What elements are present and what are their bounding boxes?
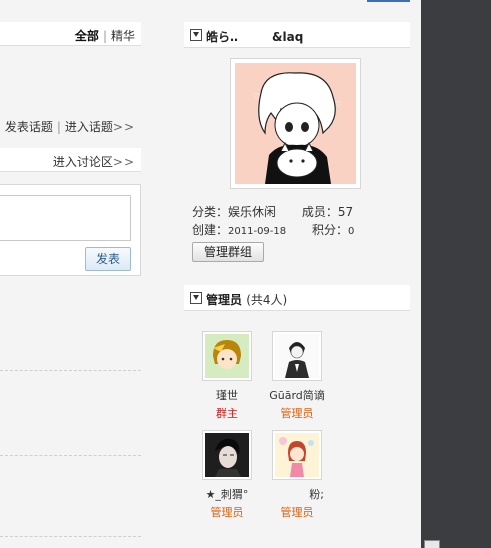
admin-avatar-image xyxy=(205,433,249,477)
group-avatar-image: ♡ ♡ xyxy=(235,63,356,184)
topic-links: 发表话题 | 进入话题>> xyxy=(5,118,135,135)
left-column: 全部 | 精华 发表话题 | 进入话题>> 进入讨论区>> 发表 xyxy=(0,0,141,548)
admin-avatar[interactable] xyxy=(272,331,322,381)
manage-group-button[interactable]: 管理群组 xyxy=(192,242,264,262)
sketch-figure-illustration xyxy=(275,334,319,378)
admin-avatar[interactable] xyxy=(202,430,252,480)
collapse-icon[interactable] xyxy=(190,29,202,41)
group-info-row-2: 创建：2011-09-18 积分：0 xyxy=(192,221,354,238)
admin-role: 群主 xyxy=(216,407,238,420)
admin-role: 管理员 xyxy=(280,407,314,420)
divider xyxy=(0,370,141,371)
created-value: 2011-09-18 xyxy=(228,226,287,237)
composer-textarea[interactable] xyxy=(0,195,131,241)
group-name: 皓ら‥ xyxy=(206,30,239,44)
divider xyxy=(0,536,141,537)
filter-separator: | xyxy=(102,29,107,43)
admin-avatar-image xyxy=(205,334,249,378)
anime-boy-cat-illustration: ♡ ♡ xyxy=(235,63,356,184)
chibi-girl-illustration xyxy=(205,334,249,378)
admins-title: 管理员 xyxy=(206,293,243,307)
right-column: 皓ら‥ &laq ♡ ♡ 分类：娱乐休闲 成员：57 创建：2011-09-18… xyxy=(184,0,410,548)
points-label: 积分： xyxy=(311,223,348,237)
dark-side-panel xyxy=(421,0,491,548)
divider xyxy=(0,455,141,456)
filter-featured-link[interactable]: 精华 xyxy=(111,29,135,43)
enter-topic-link[interactable]: 进入话题 xyxy=(65,120,113,134)
admin-name[interactable]: Gūārd简谪 xyxy=(262,387,332,403)
admin-member[interactable]: 粉; 管理员 xyxy=(262,430,332,520)
admin-role: 管理员 xyxy=(210,506,244,519)
admin-role: 管理员 xyxy=(280,506,314,519)
admin-name[interactable]: 瑾世 xyxy=(192,387,262,403)
enter-topic-arrows: >> xyxy=(112,120,135,134)
members-label: 成员： xyxy=(301,205,338,219)
members-value: 57 xyxy=(337,205,354,219)
group-header: 皓ら‥ &laq xyxy=(184,22,410,48)
enter-discussion-link[interactable]: 进入讨论区 xyxy=(53,155,113,169)
chibi-doll-illustration xyxy=(275,433,319,477)
admin-member[interactable]: 瑾世 群主 xyxy=(192,331,262,421)
post-topic-link[interactable]: 发表话题 xyxy=(5,120,53,134)
filter-all-link[interactable]: 全部 xyxy=(75,29,99,43)
enter-discussion-arrows: >> xyxy=(112,155,135,169)
points-value: 0 xyxy=(347,226,355,237)
category-label: 分类： xyxy=(192,205,229,219)
group-info-row-1: 分类：娱乐休闲 成员：57 xyxy=(192,203,353,220)
admin-name[interactable]: ★_刺猬° xyxy=(192,486,262,502)
admin-member[interactable]: ★_刺猬° 管理员 xyxy=(192,430,262,520)
admin-avatar-image xyxy=(275,433,319,477)
group-name-suffix: &laq xyxy=(272,30,304,44)
created-label: 创建： xyxy=(192,223,229,237)
svg-text:♡: ♡ xyxy=(335,100,342,109)
admins-count: (共4人) xyxy=(246,293,288,307)
admin-name[interactable]: 粉; xyxy=(262,486,332,502)
category-value[interactable]: 娱乐休闲 xyxy=(228,205,276,219)
collapse-icon[interactable] xyxy=(190,292,202,304)
admin-avatar[interactable] xyxy=(272,430,322,480)
svg-text:♡: ♡ xyxy=(253,92,260,101)
composer-box: 发表 xyxy=(0,184,141,276)
admins-header: 管理员 (共4人) xyxy=(184,285,410,311)
group-avatar[interactable]: ♡ ♡ xyxy=(230,58,361,189)
topic-links-separator: | xyxy=(56,120,61,134)
scrollbar-corner xyxy=(424,540,440,548)
topic-filter-bar: 全部 | 精华 xyxy=(0,22,141,46)
admin-avatar-image xyxy=(275,334,319,378)
admin-avatar[interactable] xyxy=(202,331,252,381)
admin-member[interactable]: Gūārd简谪 管理员 xyxy=(262,331,332,421)
submit-post-button[interactable]: 发表 xyxy=(85,247,131,271)
dark-portrait-illustration xyxy=(205,433,249,477)
discussion-bar: 进入讨论区>> xyxy=(0,148,141,172)
